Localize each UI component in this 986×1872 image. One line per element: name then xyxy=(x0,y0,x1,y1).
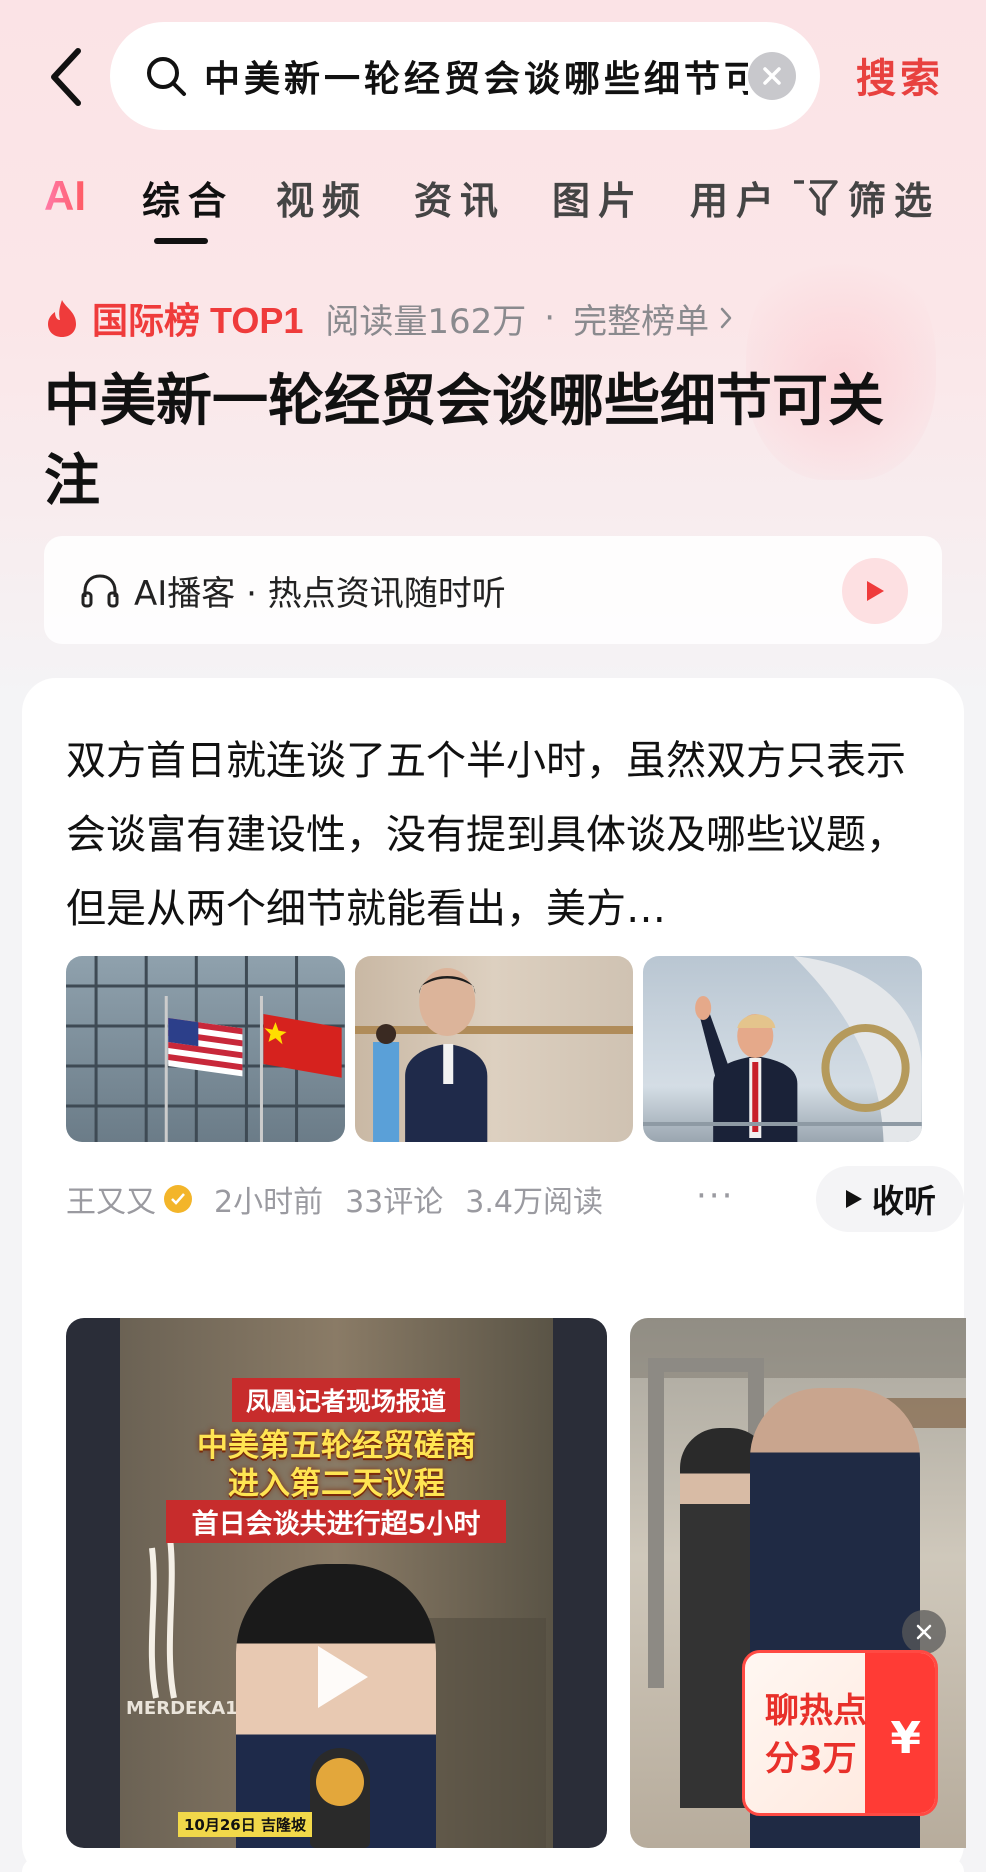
listen-label: 收听 xyxy=(871,1182,936,1220)
chevron-left-icon xyxy=(51,48,81,106)
close-icon xyxy=(916,1624,932,1640)
image-strip xyxy=(66,956,923,1142)
ai-podcast-bar[interactable]: AI播客 · 热点资讯随时听 xyxy=(44,536,942,644)
chevron-right-icon xyxy=(720,307,732,329)
podcast-play-button[interactable] xyxy=(842,558,908,624)
promo-line1: 聊热点 xyxy=(765,1691,867,1731)
thumbnail-flags[interactable] xyxy=(66,956,345,1142)
tab-video[interactable]: 视频 xyxy=(276,170,368,225)
hot-rank-row[interactable]: 国际榜 TOP1 阅读量162万 · 完整榜单 xyxy=(44,292,733,344)
video-play-button[interactable] xyxy=(298,1638,376,1716)
verified-badge-icon xyxy=(164,1185,192,1213)
tab-ai[interactable]: AI xyxy=(44,172,86,220)
search-input[interactable] xyxy=(204,55,748,97)
more-options-button[interactable]: ··· xyxy=(696,1176,734,1216)
filter-icon xyxy=(794,179,838,216)
page-title: 中美新一轮经贸会谈哪些细节可关注 xyxy=(44,369,884,514)
video-title-line3: 首日会谈共进行超5小时 xyxy=(166,1500,506,1543)
podcast-label: AI播客 · 热点资讯随时听 xyxy=(134,573,506,614)
tab-bar: AI 综合 视频 资讯 图片 用户 筛选 xyxy=(0,160,986,250)
flags-photo xyxy=(66,956,345,1142)
search-box[interactable] xyxy=(110,22,820,130)
active-tab-indicator xyxy=(154,238,208,244)
red-packet-promo[interactable]: 聊热点 分3万 ¥ xyxy=(742,1650,938,1816)
tab-users[interactable]: 用户 xyxy=(690,170,782,225)
video-card-report[interactable]: 凤凰记者现场报道 中美第五轮经贸磋商 进入第二天议程 首日会谈共进行超5小时 M… xyxy=(66,1318,607,1848)
clear-button[interactable] xyxy=(748,52,796,100)
video-report-tag: 凤凰记者现场报道 xyxy=(232,1378,461,1422)
tab-news[interactable]: 资讯 xyxy=(414,170,506,225)
back-button[interactable] xyxy=(40,42,90,112)
separator: · xyxy=(544,298,556,338)
promo-close-button[interactable] xyxy=(902,1610,946,1654)
plane-photo xyxy=(643,956,923,1142)
date-badge: 10月26日 吉隆坡 xyxy=(178,1812,312,1837)
read-count: 阅读量162万 xyxy=(325,301,527,342)
play-icon xyxy=(845,1190,862,1208)
listen-button[interactable]: 收听 xyxy=(816,1166,964,1232)
flame-icon xyxy=(48,300,76,337)
promo-line2: 分3万 xyxy=(765,1739,857,1779)
post-time: 2小时前 xyxy=(214,1185,324,1220)
article-summary[interactable]: 双方首日就连谈了五个半小时，虽然双方只表示会谈富有建设性，没有提到具体谈及哪些议… xyxy=(66,724,926,946)
tab-images[interactable]: 图片 xyxy=(552,170,644,225)
play-icon xyxy=(318,1646,368,1708)
full-list-link[interactable]: 完整榜单 xyxy=(573,294,709,343)
search-button[interactable]: 搜索 xyxy=(856,46,944,104)
yen-icon: ¥ xyxy=(890,1713,921,1764)
phoenix-logo-icon xyxy=(316,1758,364,1806)
thumbnail-official[interactable] xyxy=(354,956,634,1142)
video-title-line2: 进入第二天议程 xyxy=(228,1466,445,1502)
close-icon xyxy=(763,67,781,85)
article-meta: 王又又 2小时前 33评论 3.4万阅读 ··· 收听 xyxy=(66,1166,964,1232)
official-photo xyxy=(354,968,634,1142)
headphones-icon xyxy=(81,574,119,608)
tab-comprehensive[interactable]: 综合 xyxy=(142,170,234,225)
play-icon xyxy=(867,581,884,601)
comment-count: 33评论 xyxy=(345,1185,444,1220)
read-count-article: 3.4万阅读 xyxy=(465,1185,603,1220)
filter-label: 筛选 xyxy=(848,178,941,223)
thumbnail-plane[interactable] xyxy=(643,956,923,1142)
author-name[interactable]: 王又又 xyxy=(66,1177,156,1221)
rank-title: 国际榜 TOP1 xyxy=(92,300,304,341)
search-icon xyxy=(147,57,186,96)
filter-button[interactable]: 筛选 xyxy=(792,170,940,225)
next-card-edge xyxy=(22,1858,964,1872)
